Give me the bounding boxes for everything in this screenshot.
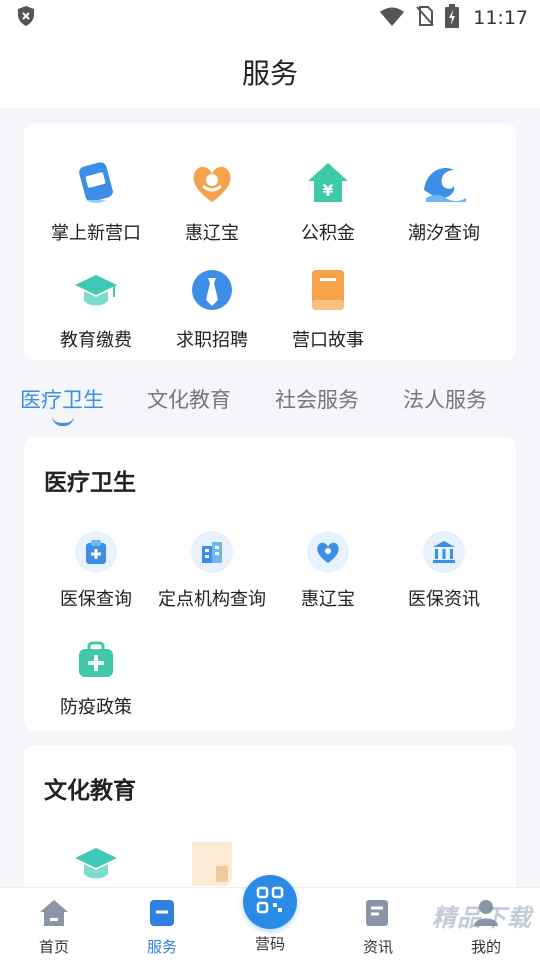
quick-service-label: 惠辽宝 xyxy=(185,223,239,244)
battery-icon xyxy=(445,4,460,32)
section-title: 文化教育 xyxy=(44,778,136,804)
medical-item-label: 医保资讯 xyxy=(408,589,480,610)
quick-service-zhangshang[interactable]: 掌上新营口 xyxy=(38,159,154,245)
quick-service-label: 公积金 xyxy=(301,223,355,244)
nav-mine-label: 我的 xyxy=(470,938,501,956)
card-image-icon xyxy=(188,839,236,887)
qr-code-button[interactable] xyxy=(243,875,297,929)
quick-service-label: 潮汐查询 xyxy=(408,223,480,244)
shield-close-icon xyxy=(16,5,36,31)
section-title: 医疗卫生 xyxy=(44,470,136,496)
qr-code-icon xyxy=(256,886,284,918)
watermark: 精品下载 xyxy=(432,904,532,932)
quick-service-story[interactable]: 营口故事 xyxy=(270,266,386,352)
home-icon xyxy=(38,898,70,932)
quick-service-tide[interactable]: 潮汐查询 xyxy=(386,159,502,245)
page-title: 服务 xyxy=(241,57,298,90)
nav-home[interactable]: 首页 xyxy=(0,888,108,960)
nav-home-label: 首页 xyxy=(38,938,69,956)
quick-service-gongjijin[interactable]: ¥ 公积金 xyxy=(270,159,386,245)
svg-text:¥: ¥ xyxy=(322,181,333,200)
medical-item-epidemic-policy[interactable]: 防疫政策 xyxy=(38,639,154,719)
wave-icon xyxy=(420,159,468,207)
medical-item-insurance-news[interactable]: 医保资讯 xyxy=(386,531,502,611)
nav-service-label: 服务 xyxy=(146,938,177,956)
medical-item-huiliaobao[interactable]: 惠辽宝 xyxy=(270,531,386,611)
tab-education[interactable]: 文化教育 xyxy=(147,384,231,414)
status-time: 11:17 xyxy=(473,7,528,29)
quick-services-card: 掌上新营口 惠辽宝 ¥ 公积金 潮汐查询 教育缴费 求职招聘 营口故事 xyxy=(24,123,516,360)
heart-hands-icon xyxy=(188,159,236,207)
wifi-icon xyxy=(379,6,405,30)
book-icon xyxy=(304,266,352,314)
medical-section: 医疗卫生 医保查询 定点机构查询 惠辽宝 医保资讯 防疫政策 xyxy=(24,437,516,731)
building-icon xyxy=(191,531,233,573)
medical-board-icon xyxy=(75,531,117,573)
nav-news[interactable]: 资讯 xyxy=(324,888,432,960)
status-bar: 11:17 xyxy=(0,0,540,36)
page-header: 服务 xyxy=(0,36,540,108)
tab-legal[interactable]: 法人服务 xyxy=(403,384,487,414)
heart-hands-icon xyxy=(307,531,349,573)
category-tabs: 医疗卫生 文化教育 社会服务 法人服务 xyxy=(0,382,540,426)
quick-service-label: 教育缴费 xyxy=(60,330,132,351)
tab-social[interactable]: 社会服务 xyxy=(275,384,359,414)
graduation-cap-icon xyxy=(72,839,120,887)
quick-service-label: 掌上新营口 xyxy=(51,223,141,244)
bank-icon xyxy=(423,531,465,573)
nav-news-label: 资讯 xyxy=(362,938,393,956)
graduation-cap-icon xyxy=(72,266,120,314)
medical-item-label: 定点机构查询 xyxy=(158,589,266,610)
active-tab-indicator xyxy=(52,416,74,426)
quick-service-huiliaobao[interactable]: 惠辽宝 xyxy=(154,159,270,245)
quick-service-label: 营口故事 xyxy=(292,330,364,351)
first-aid-kit-icon xyxy=(75,639,117,681)
tie-icon xyxy=(188,266,236,314)
medical-item-label: 医保查询 xyxy=(60,589,132,610)
news-icon xyxy=(364,898,392,932)
medical-item-label: 防疫政策 xyxy=(60,697,132,718)
bookmark-icon xyxy=(148,898,176,932)
card-icon xyxy=(72,159,120,207)
medical-item-insurance-query[interactable]: 医保查询 xyxy=(38,531,154,611)
house-yen-icon: ¥ xyxy=(304,159,352,207)
quick-service-jobs[interactable]: 求职招聘 xyxy=(154,266,270,352)
tab-medical[interactable]: 医疗卫生 xyxy=(20,384,104,414)
quick-service-label: 求职招聘 xyxy=(176,330,248,351)
nav-service[interactable]: 服务 xyxy=(108,888,216,960)
education-item-1[interactable] xyxy=(38,839,154,887)
medical-item-designated-institutions[interactable]: 定点机构查询 xyxy=(154,531,270,611)
quick-service-education-fee[interactable]: 教育缴费 xyxy=(38,266,154,352)
no-sim-icon xyxy=(415,5,435,31)
medical-item-label: 惠辽宝 xyxy=(301,589,355,610)
